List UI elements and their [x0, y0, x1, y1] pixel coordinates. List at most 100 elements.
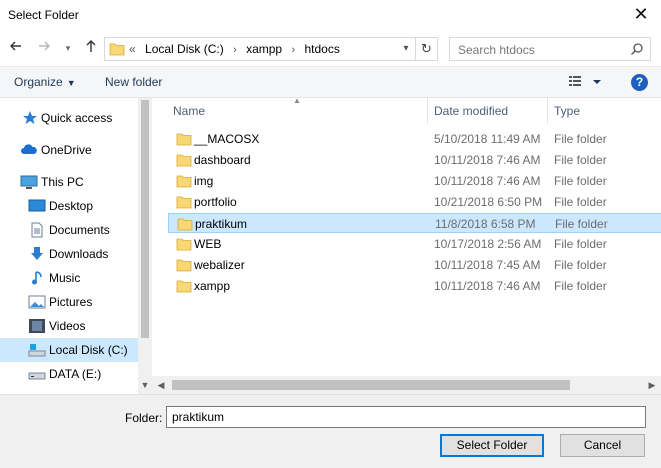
folder-icon: [176, 258, 192, 275]
file-name: portfolio: [194, 195, 237, 209]
sidebar-item-music[interactable]: Music: [0, 266, 138, 290]
dialog-footer: Folder: Select Folder Cancel: [0, 394, 661, 468]
navigation-scrollbar[interactable]: ▼: [138, 98, 152, 394]
change-view-button[interactable]: [568, 73, 604, 91]
breadcrumb-htdocs[interactable]: htdocs: [304, 42, 339, 56]
sidebar-item-label: Downloads: [49, 247, 109, 261]
select-folder-dialog: Select Folder ✕ ▾ « Local Disk (C:) › xa…: [0, 0, 661, 468]
folder-icon: [176, 279, 192, 296]
column-header-date[interactable]: Date modified: [434, 98, 508, 124]
chevron-down-icon[interactable]: ▼: [138, 378, 152, 392]
scrollbar-thumb[interactable]: [141, 100, 149, 338]
chevron-right-icon[interactable]: ›: [291, 44, 295, 56]
file-row[interactable]: xampp 10/11/2018 7:46 AM File folder: [168, 276, 661, 296]
organize-label: Organize: [14, 75, 63, 89]
folder-icon: [177, 217, 193, 234]
file-type: File folder: [554, 132, 607, 146]
file-name: praktikum: [195, 217, 248, 231]
documents-icon: [29, 222, 45, 238]
address-bar[interactable]: « Local Disk (C:) › xampp › htdocs ▾ ↻: [104, 37, 438, 61]
file-row[interactable]: WEB 10/17/2018 2:56 AM File folder: [168, 234, 661, 254]
search-input[interactable]: Search htdocs: [458, 43, 535, 57]
breadcrumb-xampp[interactable]: xampp: [246, 42, 282, 56]
folder-icon: [176, 174, 192, 191]
file-date-modified: 10/11/2018 7:46 AM: [434, 153, 541, 167]
drive-icon: [28, 342, 46, 358]
folder-label: Folder:: [125, 411, 163, 425]
file-row[interactable]: __MACOSX 5/10/2018 11:49 AM File folder: [168, 129, 661, 149]
file-date-modified: 10/21/2018 6:50 PM: [434, 195, 543, 209]
file-row[interactable]: praktikum 11/8/2018 6:58 PM File folder: [168, 213, 661, 233]
file-row[interactable]: dashboard 10/11/2018 7:46 AM File folder: [168, 150, 661, 170]
breadcrumb-local-disk[interactable]: Local Disk (C:): [145, 42, 224, 56]
chevron-right-icon[interactable]: ›: [233, 44, 237, 56]
file-date-modified: 10/11/2018 7:46 AM: [434, 279, 541, 293]
music-icon: [30, 270, 46, 286]
download-icon: [29, 246, 45, 262]
horizontal-scrollbar[interactable]: ◀ ▶: [152, 376, 661, 394]
sidebar-item-this-pc[interactable]: This PC: [0, 170, 138, 194]
file-type: File folder: [554, 237, 607, 251]
sidebar-item-downloads[interactable]: Downloads: [0, 242, 138, 266]
folder-name-field[interactable]: [166, 406, 646, 428]
select-folder-button[interactable]: Select Folder: [440, 434, 544, 457]
file-name: dashboard: [194, 153, 251, 167]
breadcrumb-overflow[interactable]: «: [129, 42, 136, 56]
folder-icon: [176, 132, 192, 149]
column-header-type[interactable]: Type: [554, 98, 580, 124]
cancel-button[interactable]: Cancel: [560, 434, 645, 457]
help-icon[interactable]: ?: [631, 74, 648, 91]
sidebar-item-label: This PC: [41, 175, 84, 189]
chevron-down-icon: ▼: [66, 78, 76, 88]
file-row[interactable]: portfolio 10/21/2018 6:50 PM File folder: [168, 192, 661, 212]
sidebar-item-documents[interactable]: Documents: [0, 218, 138, 242]
file-row[interactable]: webalizer 10/11/2018 7:45 AM File folder: [168, 255, 661, 275]
folder-icon: [176, 195, 192, 212]
forward-arrow-icon[interactable]: [35, 38, 53, 58]
file-name: webalizer: [194, 258, 245, 272]
up-arrow-icon[interactable]: [82, 38, 100, 58]
close-icon[interactable]: ✕: [631, 4, 651, 24]
address-history-chevron-icon[interactable]: ▾: [399, 41, 413, 57]
recent-locations-chevron-icon[interactable]: ▾: [59, 38, 77, 58]
chevron-right-icon[interactable]: ▶: [645, 378, 659, 392]
sidebar-item-desktop[interactable]: Desktop: [0, 194, 138, 218]
file-date-modified: 11/8/2018 6:58 PM: [435, 217, 536, 231]
sidebar-item-videos[interactable]: Videos: [0, 314, 138, 338]
navigation-bar: ▾ « Local Disk (C:) › xampp › htdocs ▾ ↻…: [0, 34, 661, 64]
search-icon[interactable]: [630, 42, 644, 59]
sidebar-item-pictures[interactable]: Pictures: [0, 290, 138, 314]
file-type: File folder: [555, 217, 608, 231]
file-type: File folder: [554, 153, 607, 167]
refresh-icon[interactable]: ↻: [415, 38, 437, 60]
file-row[interactable]: img 10/11/2018 7:46 AM File folder: [168, 171, 661, 191]
column-divider[interactable]: [427, 98, 428, 124]
sidebar-item-label: Documents: [49, 223, 110, 237]
sidebar-item-label: Music: [49, 271, 81, 285]
scrollbar-thumb[interactable]: [172, 380, 570, 390]
computer-icon: [20, 174, 38, 190]
drive-icon: [28, 366, 46, 382]
pictures-icon: [28, 294, 46, 310]
new-folder-button[interactable]: New folder: [105, 75, 162, 89]
folder-icon: [176, 237, 192, 254]
organize-button[interactable]: Organize ▼: [14, 75, 76, 89]
file-date-modified: 10/11/2018 7:45 AM: [434, 258, 541, 272]
file-name: __MACOSX: [194, 132, 260, 146]
star-icon: [22, 110, 38, 126]
sidebar-item-label: Videos: [49, 319, 86, 333]
column-header-name[interactable]: Name: [173, 98, 205, 124]
window-title: Select Folder: [8, 8, 79, 22]
chevron-left-icon[interactable]: ◀: [154, 378, 168, 392]
file-type: File folder: [554, 279, 607, 293]
folder-icon: [176, 153, 192, 170]
sidebar-item-quick-access[interactable]: Quick access: [0, 106, 138, 130]
column-divider[interactable]: [547, 98, 548, 124]
file-type: File folder: [554, 258, 607, 272]
cloud-icon: [20, 142, 37, 158]
sidebar-item-local-disk-c[interactable]: Local Disk (C:): [0, 338, 138, 362]
sidebar-item-data-e[interactable]: DATA (E:): [0, 362, 138, 386]
search-box[interactable]: Search htdocs: [449, 37, 651, 61]
back-arrow-icon[interactable]: [7, 38, 25, 58]
sidebar-item-onedrive[interactable]: OneDrive: [0, 138, 138, 162]
